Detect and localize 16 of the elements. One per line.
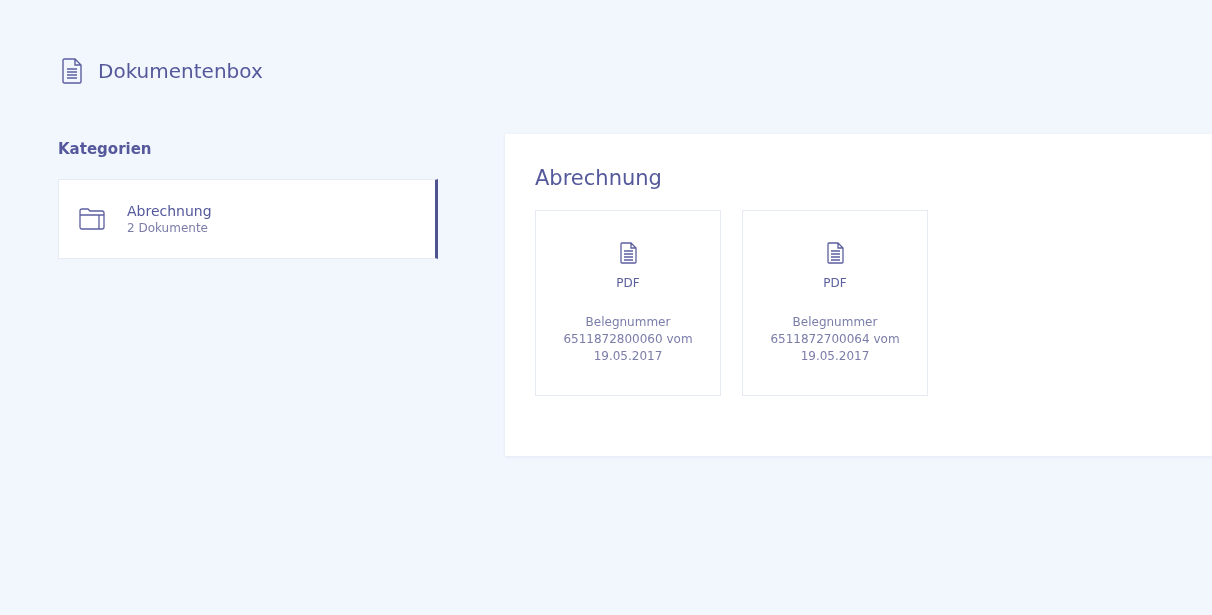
page-title: Dokumentenbox — [98, 59, 263, 83]
document-icon — [619, 242, 637, 264]
document-count: 2 Dokumente — [127, 221, 209, 235]
file-type: PDF — [616, 276, 640, 290]
document-description: Belegnummer 6511872800060 vom 19.05.2017 — [562, 314, 694, 365]
document-icon — [62, 58, 82, 84]
document-card[interactable]: PDF Belegnummer 6511872700064 vom 19.05.2017 — [742, 210, 928, 396]
document-icon — [826, 242, 844, 264]
category-name: Abrechnung — [127, 203, 212, 219]
panel-title: Abrechnung — [535, 166, 663, 190]
sidebar-heading: Kategorien — [58, 139, 153, 158]
file-type: PDF — [823, 276, 847, 290]
document-description: Belegnummer 6511872700064 vom 19.05.2017 — [769, 314, 901, 365]
category-item[interactable]: Abrechnung 2 Dokumente — [58, 179, 438, 259]
document-card[interactable]: PDF Belegnummer 6511872800060 vom 19.05.2017 — [535, 210, 721, 396]
folder-icon — [79, 208, 105, 230]
